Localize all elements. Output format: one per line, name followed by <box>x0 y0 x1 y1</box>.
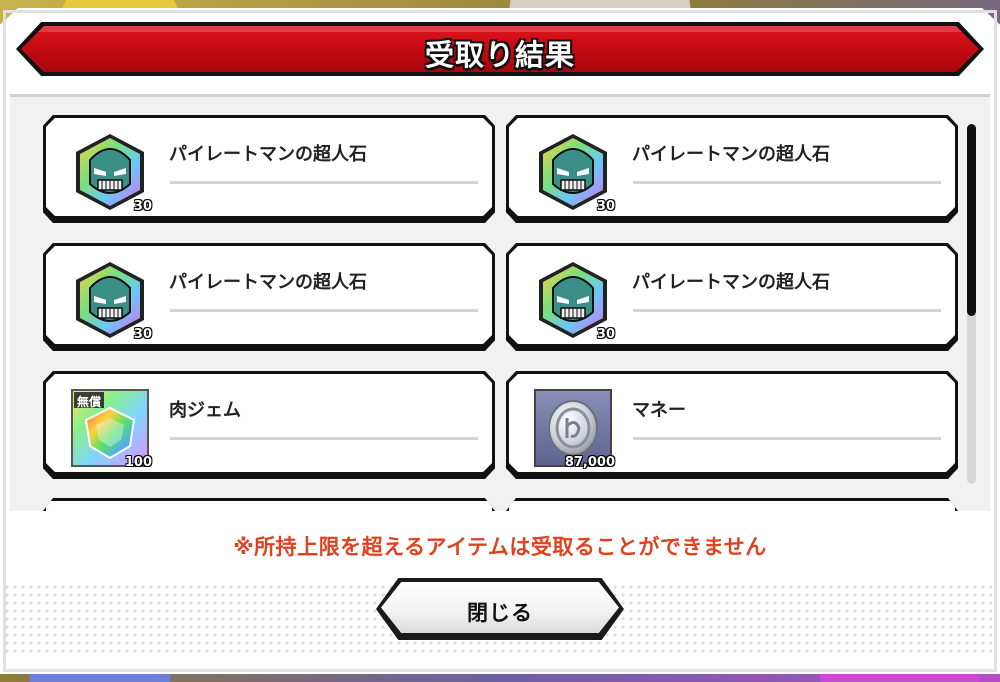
divider <box>170 309 478 312</box>
reward-item: 87,000 マネー <box>506 371 958 479</box>
divider <box>633 437 941 440</box>
scrollbar-thumb[interactable] <box>967 124 976 316</box>
divider <box>170 437 478 440</box>
pirateman-stone-icon: 30 <box>70 132 152 214</box>
free-badge: 無償 <box>77 395 102 409</box>
item-name: パイレートマンの超人石 <box>632 272 830 293</box>
dialog-title: 受取り結果 <box>424 38 575 72</box>
divider <box>633 181 941 184</box>
item-quantity: 30 <box>596 327 615 342</box>
item-quantity: 30 <box>133 199 152 214</box>
item-name: マネー <box>632 400 686 421</box>
pirateman-stone-icon: 30 <box>533 132 615 214</box>
reward-item: 30 パイレートマンの超人石 <box>506 243 958 351</box>
item-quantity: 30 <box>133 327 152 342</box>
divider <box>633 309 941 312</box>
close-button[interactable]: 閉じる <box>376 578 624 640</box>
divider <box>170 181 478 184</box>
item-quantity: 100 <box>124 455 152 470</box>
item-quantity: 87,000 <box>564 455 615 470</box>
reward-item: 30 パイレートマンの超人石 <box>43 115 495 223</box>
reward-item-partial <box>506 498 958 511</box>
item-name: パイレートマンの超人石 <box>169 272 367 293</box>
item-name: パイレートマンの超人石 <box>632 144 830 165</box>
reward-item: 無償 100 肉ジェム <box>43 371 495 479</box>
money-coin-icon: 87,000 <box>533 388 615 470</box>
item-name: パイレートマンの超人石 <box>169 144 367 165</box>
item-name: 肉ジェム <box>169 400 241 421</box>
capacity-notice: ※所持上限を超えるアイテムは受取ることができません <box>233 535 767 559</box>
item-quantity: 30 <box>596 199 615 214</box>
reward-item: 30 パイレートマンの超人石 <box>506 115 958 223</box>
close-button-label: 閉じる <box>467 601 533 625</box>
pirateman-stone-icon: 30 <box>70 260 152 342</box>
reward-item: 30 パイレートマンの超人石 <box>43 243 495 351</box>
niku-gem-icon: 無償 100 <box>70 388 152 470</box>
pirateman-stone-icon: 30 <box>533 260 615 342</box>
reward-item-partial <box>43 498 495 511</box>
